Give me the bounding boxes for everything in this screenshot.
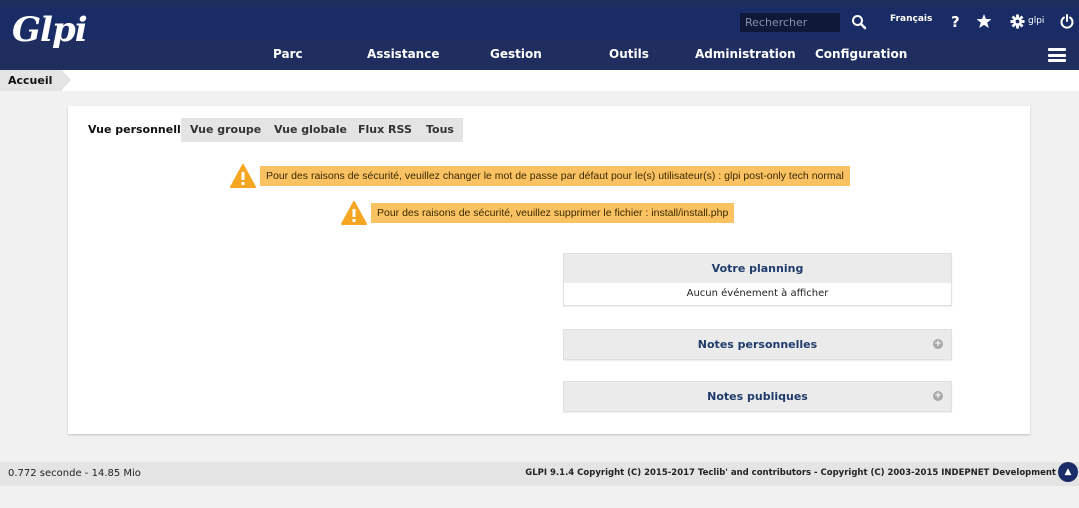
breadcrumb-bar: Accueil <box>0 70 1079 91</box>
tab-flux-rss[interactable]: Flux RSS <box>349 118 421 142</box>
scroll-to-top-icon[interactable]: ▲ <box>1058 462 1078 482</box>
header-bar: Glpi Français ? glpi Parc Assistance Ges… <box>0 0 1079 70</box>
warning-icon <box>341 201 367 225</box>
hamburger-menu-icon[interactable] <box>1048 48 1066 62</box>
gear-icon[interactable] <box>1009 11 1025 31</box>
tab-vue-personnelle[interactable]: Vue personnelle <box>79 118 198 142</box>
add-note-icon[interactable]: + <box>933 339 943 349</box>
help-icon[interactable]: ? <box>949 11 963 31</box>
personal-notes-header[interactable]: Notes personnelles + <box>564 330 951 359</box>
public-notes-title: Notes publiques <box>707 390 808 403</box>
main-panel: Vue personnelle Vue groupe Vue globale F… <box>68 106 1030 434</box>
menu-outils[interactable]: Outils <box>609 47 649 61</box>
warning-install-file: Pour des raisons de sécurité, veuillez s… <box>341 201 735 225</box>
footer-timing: 0.772 seconde - 14.85 Mio <box>8 468 141 479</box>
search-input[interactable] <box>740 13 840 32</box>
menu-parc[interactable]: Parc <box>273 47 303 61</box>
public-notes-header[interactable]: Notes publiques + <box>564 382 951 411</box>
footer-bar: 0.772 seconde - 14.85 Mio GLPI 9.1.4 Cop… <box>0 462 1079 486</box>
main-menu: Parc Assistance Gestion Outils Administr… <box>0 40 1079 70</box>
personal-notes-box: Notes personnelles + <box>563 329 952 360</box>
tab-vue-groupe[interactable]: Vue groupe <box>181 118 271 142</box>
warning-text: Pour des raisons de sécurité, veuillez s… <box>371 203 735 223</box>
warning-text: Pour des raisons de sécurité, veuillez c… <box>260 166 850 186</box>
planning-empty-message: Aucun événement à afficher <box>686 288 829 299</box>
menu-configuration[interactable]: Configuration <box>815 47 907 61</box>
language-selector[interactable]: Français <box>890 14 932 24</box>
svg-text:?: ? <box>951 13 960 29</box>
user-menu[interactable]: glpi <box>1028 16 1044 26</box>
tab-tous[interactable]: Tous <box>417 118 463 142</box>
breadcrumb-home[interactable]: Accueil <box>0 70 62 91</box>
search-icon[interactable] <box>851 13 867 31</box>
footer-copyright[interactable]: GLPI 9.1.4 Copyright (C) 2015-2017 Tecli… <box>525 468 1056 478</box>
logout-icon[interactable] <box>1059 11 1075 31</box>
planning-title[interactable]: Votre planning <box>564 254 951 283</box>
star-icon[interactable] <box>975 11 993 31</box>
breadcrumb-arrow <box>62 70 71 90</box>
menu-gestion[interactable]: Gestion <box>490 47 542 61</box>
menu-assistance[interactable]: Assistance <box>367 47 439 61</box>
public-notes-box: Notes publiques + <box>563 381 952 412</box>
warning-default-passwords: Pour des raisons de sécurité, veuillez c… <box>230 164 850 188</box>
menu-administration[interactable]: Administration <box>695 47 796 61</box>
warning-icon <box>230 164 256 188</box>
personal-notes-title: Notes personnelles <box>697 338 818 351</box>
tab-vue-globale[interactable]: Vue globale <box>265 118 356 142</box>
add-note-icon[interactable]: + <box>933 391 943 401</box>
planning-box: Votre planning Aucun événement à affiche… <box>563 253 952 306</box>
